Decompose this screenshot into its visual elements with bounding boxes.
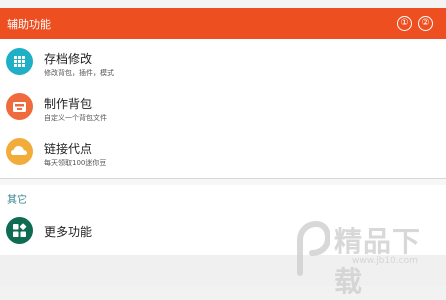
- cloud-icon: [6, 138, 33, 165]
- item-subtitle: 修改背包，插件，模式: [44, 69, 114, 77]
- item-title: 链接代点: [44, 142, 93, 156]
- list-item-save-edit[interactable]: 存档修改 修改背包，插件，模式: [0, 41, 446, 85]
- app-bar-title: 辅助功能: [7, 18, 51, 31]
- section-header: 其它: [7, 195, 27, 206]
- item-title: 制作背包: [44, 97, 93, 111]
- grid-icon: [6, 48, 33, 75]
- action-1-button[interactable]: ①: [397, 16, 412, 31]
- action-2-button[interactable]: ②: [418, 16, 433, 31]
- watermark-url: www.jb10.com: [352, 256, 418, 266]
- list-item-link-proxy[interactable]: 链接代点 每天领取100迷你豆: [0, 131, 446, 175]
- item-title: 更多功能: [44, 225, 93, 239]
- feature-list: 存档修改 修改背包，插件，模式 制作背包 自定义一个背包文件 链接代点 每天领取…: [0, 39, 446, 178]
- apps-icon: [6, 217, 33, 244]
- list-item-make-backpack[interactable]: 制作背包 自定义一个背包文件: [0, 86, 446, 130]
- app-bar: 辅助功能 ① ②: [0, 8, 446, 39]
- item-subtitle: 每天领取100迷你豆: [44, 159, 107, 167]
- status-strip: [0, 0, 446, 8]
- item-subtitle: 自定义一个背包文件: [44, 114, 107, 122]
- watermark: 精品下载 www.jb10.com: [290, 212, 440, 298]
- item-title: 存档修改: [44, 52, 93, 66]
- backpack-icon: [6, 93, 33, 120]
